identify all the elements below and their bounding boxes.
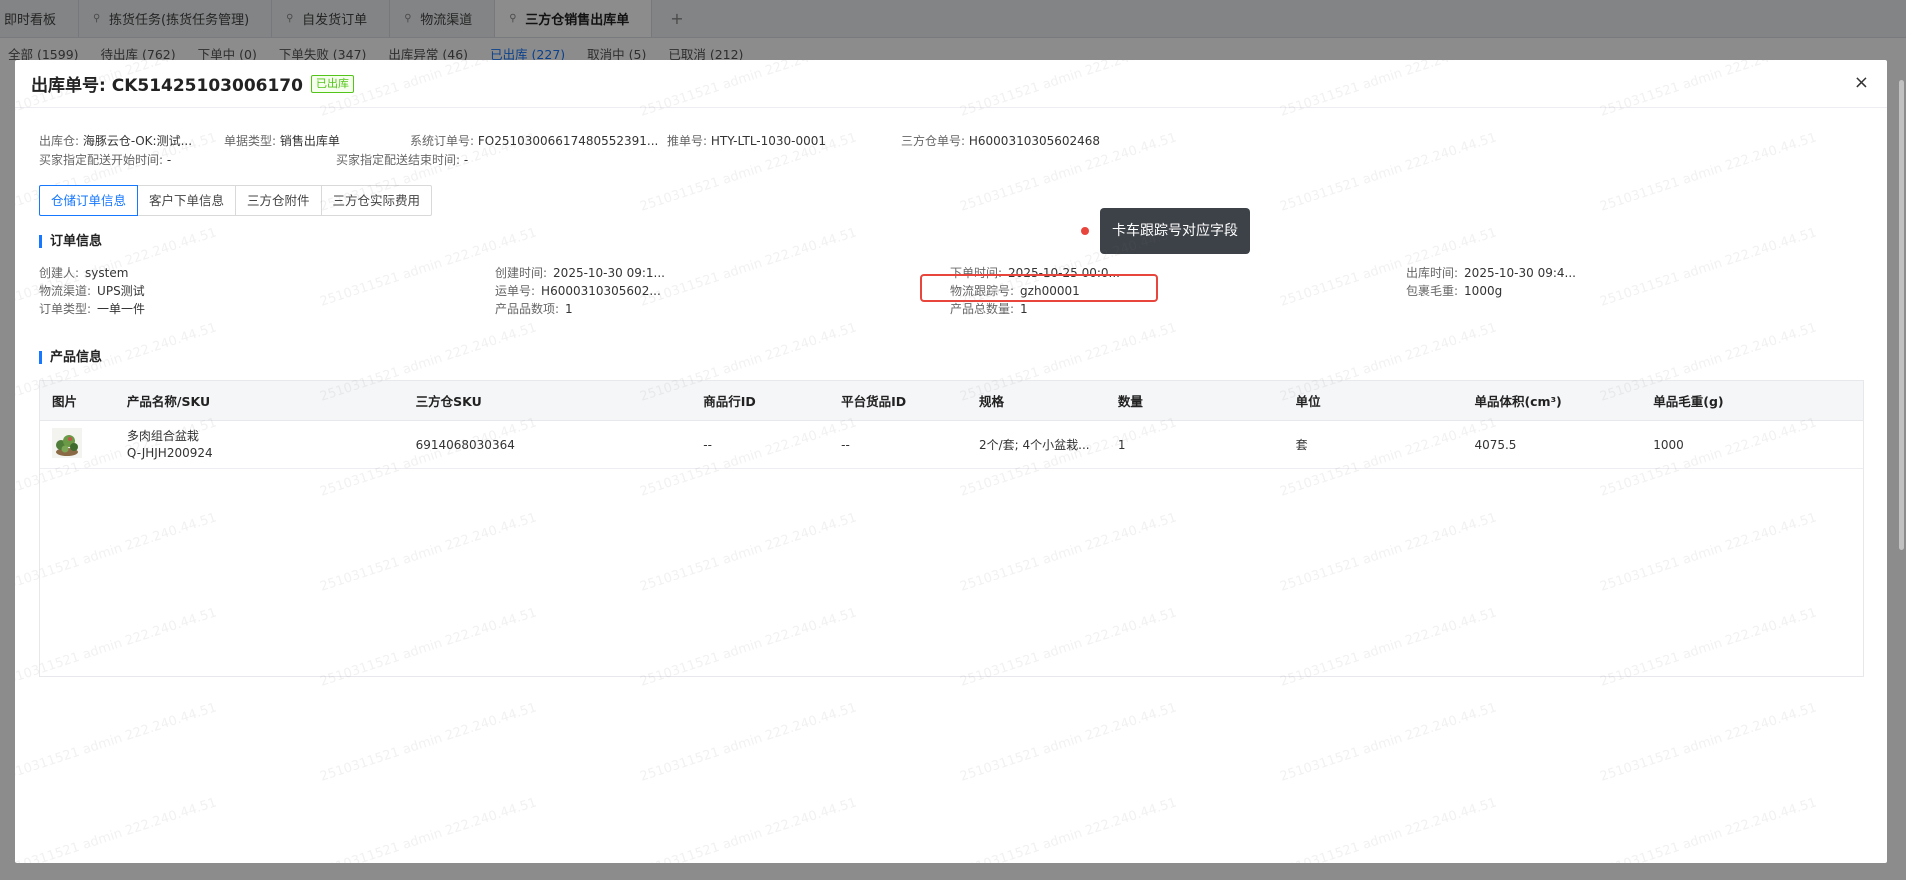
col-unit: 单位 (1295, 394, 1321, 409)
annotation-tooltip: 卡车跟踪号对应字段 (1100, 208, 1250, 254)
status-badge: 已出库 (310, 74, 354, 93)
succulent-image[interactable] (52, 428, 82, 458)
meta-warehouse: 出库仓: 海豚云仓-OK:测试... (39, 134, 193, 148)
field-sku-count: 产品品数项: 1 (495, 302, 573, 316)
col-line-id: 商品行ID (703, 394, 756, 409)
watermark-text: 2510311521 admin 222.240.44.51 (958, 700, 1179, 785)
table-row: 多肉组合盆栽 Q-JHJH200924 6914068030364 -- -- … (40, 421, 1863, 469)
col-qty: 数量 (1117, 394, 1143, 409)
col-volume: 单品体积(cm³) (1474, 394, 1562, 409)
watermark-text: 2510311521 admin 222.240.44.51 (638, 225, 859, 310)
watermark-text: 2510311521 admin 222.240.44.51 (15, 795, 219, 863)
watermark-text: 2510311521 admin 222.240.44.51 (318, 700, 539, 785)
weight: 1000 (1653, 437, 1684, 452)
qty: 1 (1117, 437, 1126, 452)
product-name: 多肉组合盆栽 (126, 428, 199, 443)
field-order-type: 订单类型: 一单一件 (39, 302, 146, 316)
field-shipped-at: 出库时间: 2025-10-30 09:4... (1406, 266, 1576, 280)
annotation-dot (1081, 227, 1089, 235)
unit: 套 (1295, 438, 1308, 452)
field-channel: 物流渠道: UPS测试 (39, 284, 145, 298)
col-platform-id: 平台货品ID (841, 394, 907, 409)
watermark-text: 2510311521 admin 222.240.44.51 (958, 795, 1179, 863)
product-name-cell: 多肉组合盆栽 Q-JHJH200924 (115, 428, 404, 462)
meta-doc-type: 单据类型: 销售出库单 (224, 134, 340, 148)
watermark-text: 2510311521 admin 222.240.44.51 (15, 700, 219, 785)
watermark-text: 2510311521 admin 222.240.44.51 (1278, 700, 1499, 785)
meta-third-party-no: 三方仓单号: H6000310305602468 (901, 134, 1101, 148)
col-spec: 规格 (978, 394, 1004, 409)
watermark-text: 2510311521 admin 222.240.44.51 (638, 700, 859, 785)
field-creator: 创建人: system (39, 266, 129, 280)
col-image: 图片 (52, 394, 78, 409)
watermark-text: 2510311521 admin 222.240.44.51 (1598, 130, 1819, 215)
field-created-at: 创建时间: 2025-10-30 09:1... (495, 266, 665, 280)
spec: 2个/套; 4个小盆栽... (978, 438, 1090, 452)
modal-title: 出库单号: CK51425103006170 (31, 76, 303, 96)
tracking-highlight-box (920, 274, 1158, 302)
third-party-sku: 6914068030364 (415, 437, 515, 452)
meta-system-order-no: 系统订单号: FO25103006617480552391... (410, 134, 659, 148)
watermark-text: 2510311521 admin 222.240.44.51 (1278, 130, 1499, 215)
detail-tabs: 仓储订单信息 客户下单信息 三方仓附件 三方仓实际费用 (39, 185, 433, 216)
tab-warehouse-order-info[interactable]: 仓储订单信息 (39, 185, 139, 216)
product-info-title: 产品信息 (39, 351, 102, 364)
meta-delivery-end: 买家指定配送结束时间: - (336, 153, 469, 167)
field-gross-weight: 包裹毛重: 1000g (1406, 284, 1503, 298)
meta-delivery-start: 买家指定配送开始时间: - (39, 153, 172, 167)
watermark-text: 2510311521 admin 222.240.44.51 (1598, 795, 1819, 863)
line-id: -- (703, 437, 712, 452)
col-product-name-sku: 产品名称/SKU (126, 394, 211, 409)
tab-third-party-fees[interactable]: 三方仓实际费用 (320, 185, 433, 216)
product-table: 图片 产品名称/SKU 三方仓SKU 商品行ID 平台货品ID 规格 数量 单位… (39, 380, 1864, 677)
close-icon[interactable]: × (1854, 72, 1869, 93)
col-weight: 单品毛重(g) (1653, 394, 1724, 409)
field-total-qty: 产品总数量: 1 (950, 302, 1028, 316)
order-info-title: 订单信息 (39, 235, 102, 248)
tab-customer-order-info[interactable]: 客户下单信息 (137, 185, 237, 216)
watermark-text: 2510311521 admin 222.240.44.51 (1278, 795, 1499, 863)
outbound-detail-modal: 出库单号: CK51425103006170 已出库 × 出库仓: 海豚云仓-O… (15, 60, 1887, 863)
watermark-text: 2510311521 admin 222.240.44.51 (1598, 700, 1819, 785)
table-header: 图片 产品名称/SKU 三方仓SKU 商品行ID 平台货品ID 规格 数量 单位… (40, 381, 1863, 421)
meta-push-no: 推单号: HTY-LTL-1030-0001 (667, 134, 827, 148)
product-sku: Q-JHJH200924 (126, 445, 213, 460)
col-third-party-sku: 三方仓SKU (415, 394, 482, 409)
scrollbar-thumb[interactable] (1899, 80, 1904, 550)
watermark-text: 2510311521 admin 222.240.44.51 (318, 795, 539, 863)
product-image-cell (40, 428, 115, 461)
tab-third-party-attachments[interactable]: 三方仓附件 (235, 185, 322, 216)
watermark-text: 2510311521 admin 222.240.44.51 (1598, 225, 1819, 310)
volume: 4075.5 (1474, 437, 1517, 452)
modal-header: 出库单号: CK51425103006170 已出库 × (15, 60, 1887, 108)
page-scrollbar[interactable] (1898, 60, 1906, 570)
platform-id: -- (841, 437, 850, 452)
field-waybill: 运单号: H6000310305602... (495, 284, 661, 298)
watermark-text: 2510311521 admin 222.240.44.51 (638, 795, 859, 863)
